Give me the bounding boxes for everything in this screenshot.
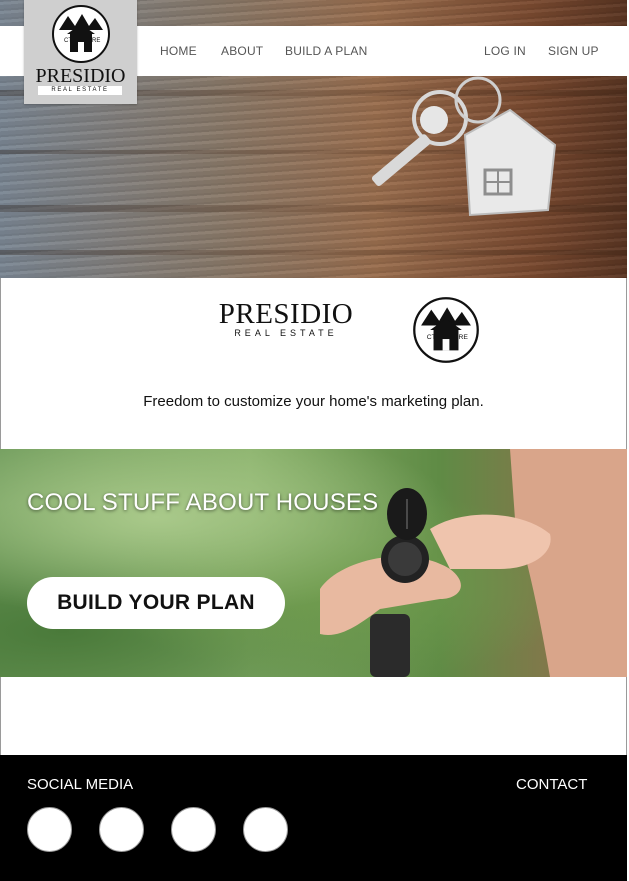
- emblem-right-label: RE: [92, 38, 100, 44]
- social-media-label: SOCIAL MEDIA: [27, 776, 134, 793]
- contact-link[interactable]: CONTACT: [516, 776, 587, 793]
- nav-about[interactable]: ABOUT: [221, 44, 263, 58]
- mountain-house-icon: CT RE: [52, 5, 110, 63]
- feature-title: COOL STUFF ABOUT HOUSES: [27, 489, 379, 516]
- nav-home[interactable]: HOME: [160, 44, 197, 58]
- keys-house-image: [371, 76, 557, 217]
- nav-build-a-plan[interactable]: BUILD A PLAN: [285, 44, 367, 58]
- build-your-plan-button[interactable]: BUILD YOUR PLAN: [27, 577, 285, 629]
- logo-subtitle: REAL ESTATE: [38, 86, 122, 95]
- nav-log-in[interactable]: LOG IN: [484, 44, 526, 58]
- social-icon-4[interactable]: [243, 807, 288, 852]
- brand-wordmark: PRESIDIO: [218, 298, 354, 330]
- social-icon-3[interactable]: [171, 807, 216, 852]
- footer: SOCIAL MEDIA CONTACT: [0, 755, 627, 881]
- tagline: Freedom to customize your home's marketi…: [143, 393, 484, 410]
- social-icon-2[interactable]: [99, 807, 144, 852]
- brand-subtitle: REAL ESTATE: [234, 328, 338, 338]
- brand-emblem-icon: CT RE: [413, 297, 479, 363]
- emblem-left-label: CT: [64, 38, 72, 44]
- brand-emblem-right-label: RE: [458, 334, 468, 341]
- logo-wordmark: PRESIDIO: [35, 65, 126, 87]
- site-logo[interactable]: CT RE PRESIDIO REAL ESTATE: [24, 0, 137, 104]
- compass-hands-image: [320, 449, 627, 677]
- feature-image: [0, 449, 627, 677]
- social-icon-1[interactable]: [27, 807, 72, 852]
- brand-emblem-left-label: CT: [427, 334, 436, 341]
- nav-sign-up[interactable]: SIGN UP: [548, 44, 599, 58]
